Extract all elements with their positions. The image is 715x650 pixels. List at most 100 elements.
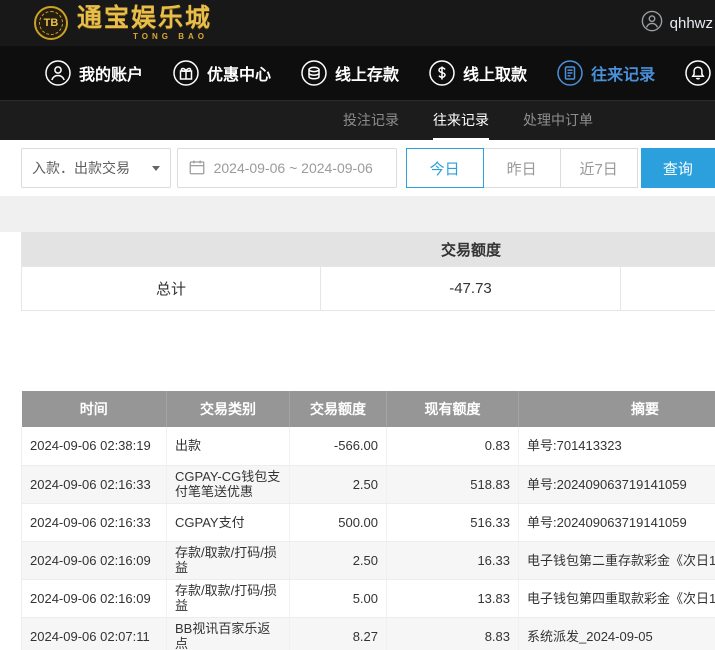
col-summary: 摘要 — [518, 391, 715, 427]
bell-icon — [685, 60, 711, 86]
tab-label: 往来记录 — [433, 111, 489, 128]
cell-summary: 系统派发_2024-09-05 — [518, 617, 715, 650]
cell-time: 2024-09-06 02:16:33 — [21, 503, 167, 542]
poker-chip-icon: TB — [34, 6, 68, 40]
cell-amount: 2.50 — [289, 465, 387, 504]
date-range-picker[interactable]: 2024-09-06 ~ 2024-09-06 — [176, 148, 397, 188]
nav-label: 优惠中心 — [207, 67, 272, 84]
transactions-header: 时间 交易类别 交易额度 现有额度 摘要 — [21, 391, 715, 427]
site-logo[interactable]: TB 通宝娱乐城 TONG BAO — [34, 3, 213, 41]
col-type: 交易类别 — [166, 391, 290, 427]
cell-balance: 8.83 — [386, 617, 519, 650]
cell-amount: -566.00 — [289, 427, 387, 466]
deposit-icon — [301, 60, 327, 86]
summary-table: 交易额度 总计 -47.73 — [21, 232, 715, 311]
cell-type: CGPAY支付 — [166, 503, 290, 542]
today-button[interactable]: 今日 — [405, 148, 484, 188]
cell-summary: 单号:202409063719141059 — [518, 503, 715, 542]
col-balance: 现有额度 — [386, 391, 519, 427]
cell-amount: 500.00 — [289, 503, 387, 542]
cell-summary: 单号:202409063719141059 — [518, 465, 715, 504]
cell-amount: 5.00 — [289, 579, 387, 618]
nav-label: 线上存款 — [335, 67, 400, 84]
cell-summary: 单号:701413323 — [518, 427, 715, 466]
table-row: 2024-09-06 02:16:09 存款/取款/打码/损益 2.50 16.… — [21, 541, 715, 580]
select-value: 入款．出款交易 — [32, 160, 130, 176]
cell-type: CGPAY-CG钱包支付笔笔送优惠 — [166, 465, 290, 504]
col-time: 时间 — [21, 391, 167, 427]
query-button[interactable]: 查询 — [640, 148, 715, 188]
logo-text: 通宝娱乐城 TONG BAO — [77, 3, 213, 41]
transactions-table: 时间 交易类别 交易额度 现有额度 摘要 2024-09-06 02:38:19… — [21, 391, 715, 650]
nav-label: 线上取款 — [463, 67, 528, 84]
record-tabs: 投注记录 往来记录 处理中订单 — [0, 100, 715, 140]
cell-time: 2024-09-06 02:16:33 — [21, 465, 167, 504]
cell-balance: 518.83 — [386, 465, 519, 504]
cell-amount: 2.50 — [289, 541, 387, 580]
cell-time: 2024-09-06 02:16:09 — [21, 541, 167, 580]
table-row: 2024-09-06 02:16:33 CGPAY支付 500.00 516.3… — [21, 503, 715, 542]
account-menu[interactable]: qhhwz — [641, 10, 713, 36]
nav-promotions[interactable]: 优惠中心 — [173, 60, 271, 86]
quick-date-buttons: 今日 昨日 近7日 — [405, 148, 638, 188]
nav-withdraw[interactable]: 线上取款 — [429, 60, 527, 86]
cell-summary: 电子钱包第二重存款彩金《次日1_0905 — [518, 541, 715, 580]
nav-messages[interactable] — [685, 60, 711, 86]
top-bar: TB 通宝娱乐城 TONG BAO qhhwz — [0, 0, 715, 46]
cell-time: 2024-09-06 02:38:19 — [21, 427, 167, 466]
section-divider — [0, 196, 715, 232]
cell-balance: 16.33 — [386, 541, 519, 580]
calendar-icon — [188, 158, 206, 179]
summary-total-label: 总计 — [22, 266, 321, 310]
logo-subtitle: TONG BAO — [133, 31, 208, 41]
nav-label: 往来记录 — [591, 67, 656, 84]
cell-balance: 13.83 — [386, 579, 519, 618]
cell-amount: 8.27 — [289, 617, 387, 650]
table-row: 2024-09-06 02:16:33 CGPAY-CG钱包支付笔笔送优惠 2.… — [21, 465, 715, 504]
user-icon — [641, 10, 663, 36]
nav-transaction-records[interactable]: 往来记录 — [557, 60, 655, 86]
transaction-type-select[interactable]: 入款．出款交易 — [21, 148, 171, 188]
cell-type: BB视讯百家乐返点 — [166, 617, 290, 650]
cell-type: 出款 — [166, 427, 290, 466]
table-row: 2024-09-06 02:07:11 BB视讯百家乐返点 8.27 8.83 … — [21, 617, 715, 650]
logo-title: 通宝娱乐城 — [77, 3, 213, 32]
summary-empty-cell — [621, 266, 715, 310]
spacer — [0, 311, 715, 391]
summary-total-value: -47.73 — [321, 266, 621, 310]
tab-transaction-records[interactable]: 往来记录 — [433, 101, 489, 140]
cell-summary: 电子钱包第四重取款彩金《次日1_0905 — [518, 579, 715, 618]
col-amount: 交易额度 — [289, 391, 387, 427]
records-icon — [557, 60, 583, 86]
chip-label: TB — [43, 17, 59, 29]
user-icon — [45, 60, 71, 86]
cell-balance: 516.33 — [386, 503, 519, 542]
summary-total-row: 总计 -47.73 — [22, 266, 715, 310]
gift-icon — [173, 60, 199, 86]
cell-time: 2024-09-06 02:07:11 — [21, 617, 167, 650]
tab-label: 投注记录 — [343, 111, 399, 128]
cell-type: 存款/取款/打码/损益 — [166, 579, 290, 618]
summary-header: 交易额度 — [22, 232, 715, 266]
table-row: 2024-09-06 02:38:19 出款 -566.00 0.83 单号:7… — [21, 427, 715, 466]
chevron-down-icon — [151, 165, 160, 171]
date-range-value: 2024-09-06 ~ 2024-09-06 — [213, 160, 373, 176]
yesterday-button[interactable]: 昨日 — [482, 148, 561, 188]
cell-type: 存款/取款/打码/损益 — [166, 541, 290, 580]
nav-label: 我的账户 — [79, 67, 144, 84]
cell-balance: 0.83 — [386, 427, 519, 466]
last7days-button[interactable]: 近7日 — [559, 148, 638, 188]
withdraw-icon — [429, 60, 455, 86]
tab-label: 处理中订单 — [523, 111, 593, 128]
tab-betting-records[interactable]: 投注记录 — [343, 101, 399, 140]
filter-bar: 入款．出款交易 2024-09-06 ~ 2024-09-06 今日 昨日 近7… — [0, 140, 715, 196]
table-row: 2024-09-06 02:16:09 存款/取款/打码/损益 5.00 13.… — [21, 579, 715, 618]
tab-processing-orders[interactable]: 处理中订单 — [523, 101, 593, 140]
page: TB 通宝娱乐城 TONG BAO qhhwz 我的账户 优惠中心 线上存款 线… — [0, 0, 715, 650]
main-nav: 我的账户 优惠中心 线上存款 线上取款 往来记录 — [0, 46, 715, 100]
username: qhhwz — [669, 14, 713, 32]
nav-deposit[interactable]: 线上存款 — [301, 60, 399, 86]
transactions-body: 2024-09-06 02:38:19 出款 -566.00 0.83 单号:7… — [21, 427, 715, 650]
cell-time: 2024-09-06 02:16:09 — [21, 579, 167, 618]
nav-my-account[interactable]: 我的账户 — [45, 60, 143, 86]
